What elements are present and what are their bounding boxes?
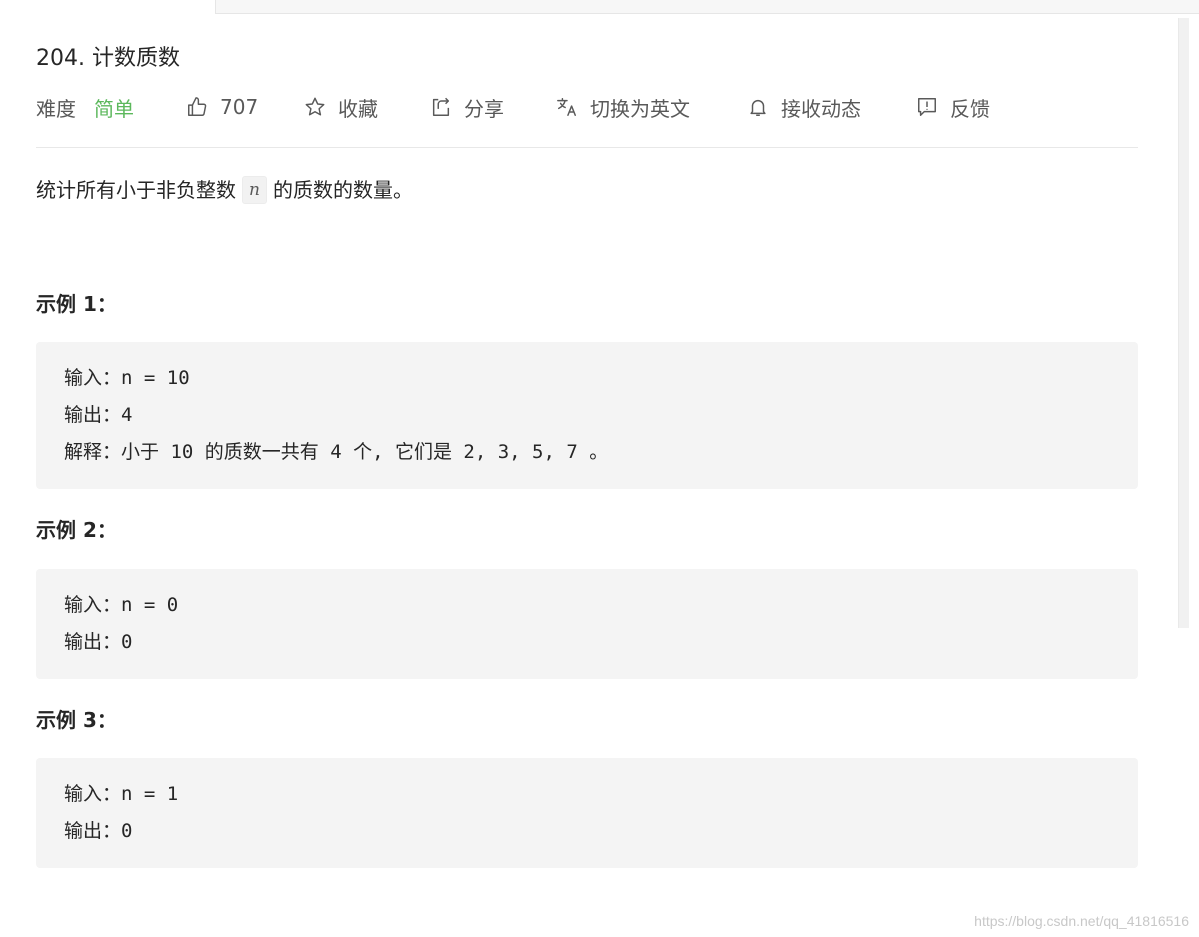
share-label: 分享 (464, 96, 504, 121)
like-button[interactable]: 707 (186, 91, 258, 123)
description-text-after: 的质数的数量。 (272, 178, 413, 202)
example-1-input: 输入：n = 10 (64, 367, 190, 389)
bell-icon (750, 99, 766, 116)
example-1-title: 示例 1： (36, 292, 117, 316)
feedback-button[interactable]: 反馈 (916, 91, 990, 123)
example-2-input: 输入：n = 0 (64, 594, 179, 616)
problem-title: 204. 计数质数 (36, 46, 180, 71)
switch-language-button[interactable]: 切换为英文 (556, 91, 690, 123)
difficulty-label: 难度 (36, 96, 76, 121)
top-tab-strip (215, 0, 1199, 14)
thumbs-up-icon (188, 97, 207, 116)
example-1-explanation: 解释：小于 10 的质数一共有 4 个, 它们是 2, 3, 5, 7 。 (64, 441, 609, 463)
watermark-text: https://blog.csdn.net/qq_41816516 (974, 913, 1189, 929)
subscribe-button[interactable]: 接收动态 (747, 91, 861, 123)
like-count: 707 (220, 95, 259, 119)
star-icon (305, 97, 325, 116)
example-2-title: 示例 2： (36, 518, 117, 542)
meta-divider (36, 147, 1138, 148)
example-1-code-block: 输入：n = 10 输出：4 解释：小于 10 的质数一共有 4 个, 它们是 … (36, 342, 1138, 489)
description-variable: n (242, 176, 267, 204)
example-3-title: 示例 3： (36, 708, 117, 732)
example-2-output: 输出：0 (64, 631, 133, 653)
scrollbar-thumb[interactable] (1178, 18, 1189, 628)
switch-language-label: 切换为英文 (590, 96, 690, 121)
example-3-code-block: 输入：n = 1 输出：0 (36, 758, 1138, 868)
feedback-label: 反馈 (950, 96, 990, 121)
favorite-button[interactable]: 收藏 (304, 91, 378, 123)
feedback-icon (918, 98, 936, 116)
example-2-code-block: 输入：n = 0 输出：0 (36, 569, 1138, 679)
share-icon (432, 97, 450, 116)
example-3-input: 输入：n = 1 (64, 783, 179, 805)
difficulty-value: 简单 (94, 96, 134, 121)
share-button[interactable]: 分享 (430, 91, 504, 123)
subscribe-label: 接收动态 (781, 96, 861, 121)
example-1-output: 输出：4 (64, 404, 133, 426)
favorite-label: 收藏 (338, 96, 378, 121)
translate-icon (557, 98, 576, 116)
difficulty: 难度 简单 (36, 91, 134, 123)
problem-meta-bar: 难度 简单 707 收藏 分享 切换为英文 接收动态 反馈 (36, 91, 1138, 123)
description-text-before: 统计所有小于非负整数 (36, 178, 236, 202)
problem-description: 统计所有小于非负整数 n 的质数的数量。 (36, 173, 413, 207)
example-3-output: 输出：0 (64, 820, 133, 842)
